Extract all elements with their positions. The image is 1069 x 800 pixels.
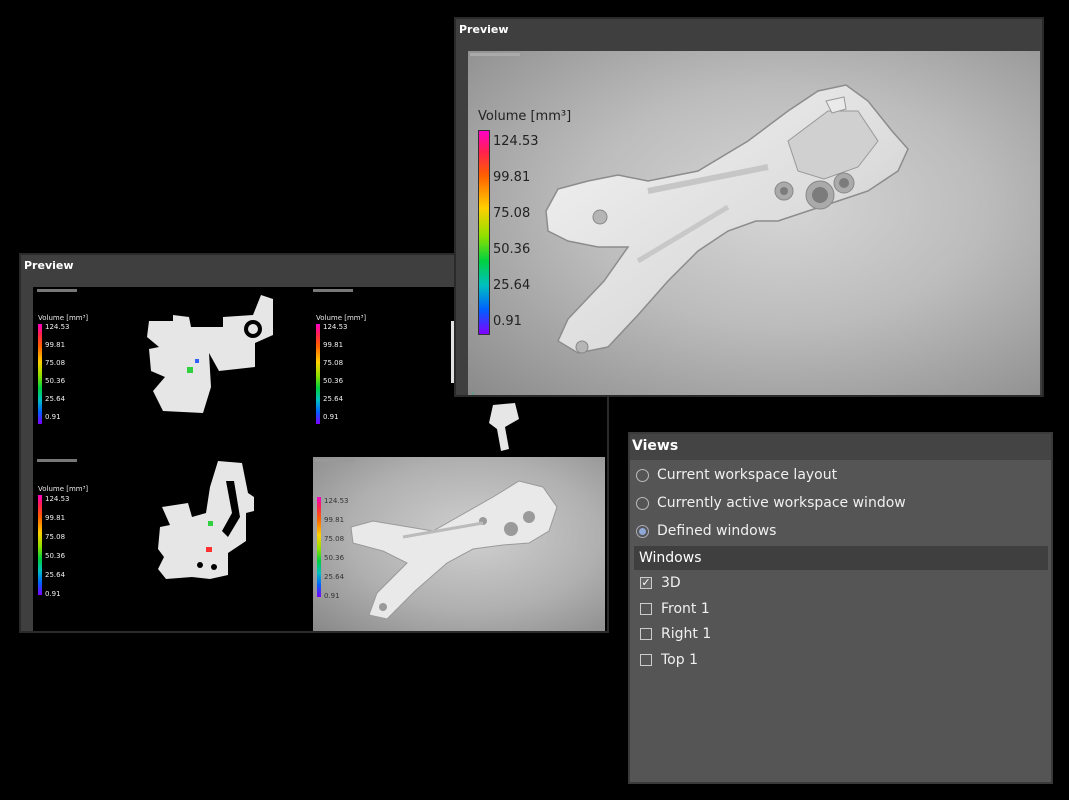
small-preview-title: Preview <box>24 259 74 272</box>
radio-label: Currently active workspace window <box>657 495 906 511</box>
part-3d-large <box>545 84 909 354</box>
viewport-caption-bar <box>470 53 520 56</box>
viewport-caption-bar <box>37 289 77 292</box>
viewport-front[interactable]: Volume [mm³] 124.53 99.81 75.08 50.36 25… <box>33 287 305 455</box>
viewport-3d[interactable]: 124.53 99.81 75.08 50.36 25.64 0.91 <box>313 457 605 631</box>
legend-tick: 75.08 <box>493 206 531 221</box>
legend-tick: 0.91 <box>493 314 522 329</box>
views-title: Views <box>632 438 679 454</box>
legend-title: Volume [mm³] <box>316 314 367 322</box>
viewport-caption-bar <box>37 459 77 462</box>
radio-selected-icon[interactable] <box>636 524 649 538</box>
legend-tick: 124.53 <box>323 323 348 331</box>
legend-tick: 50.36 <box>493 242 531 257</box>
legend-tick: 50.36 <box>45 552 66 560</box>
legend-tick: 75.08 <box>323 359 344 367</box>
radio-icon[interactable] <box>636 468 649 482</box>
legend-colorbar <box>38 324 42 424</box>
legend-tick: 25.64 <box>323 395 344 403</box>
legend-tick: 99.81 <box>323 341 344 349</box>
windows-list-header: Windows <box>634 546 1048 570</box>
legend-colorbar <box>478 130 490 335</box>
legend-tick: 124.53 <box>45 323 70 331</box>
legend-tick: 0.91 <box>45 590 61 598</box>
legend-tick: 99.81 <box>45 514 66 522</box>
axis-triad-icon <box>472 383 478 395</box>
legend-tick: 25.64 <box>45 395 66 403</box>
legend-tick: 50.36 <box>45 377 66 385</box>
legend-tick: 0.91 <box>323 413 339 421</box>
legend-tick: 75.08 <box>45 533 66 541</box>
legend-tick: 25.64 <box>324 573 345 581</box>
checkbox-row-top-1[interactable]: Top 1 <box>640 650 698 670</box>
legend-tick: 25.64 <box>45 571 66 579</box>
legend-tick: 50.36 <box>324 554 345 562</box>
radio-currently-active-window[interactable]: Currently active workspace window <box>636 493 906 513</box>
legend-tick: 99.81 <box>45 341 66 349</box>
checkbox-row-right-1[interactable]: Right 1 <box>640 624 711 644</box>
viewport-3d-large[interactable]: Volume [mm³] 124.53 99.81 75.08 50.36 25… <box>468 51 1040 395</box>
views-header: Views <box>630 434 1051 460</box>
legend-tick: 75.08 <box>45 359 66 367</box>
checkbox-icon[interactable] <box>640 603 652 615</box>
legend-tick: 0.91 <box>45 413 61 421</box>
big-preview-title: Preview <box>459 23 509 36</box>
radio-label: Defined windows <box>657 523 777 539</box>
part-front-silhouette <box>147 295 273 413</box>
radio-icon[interactable] <box>636 496 649 510</box>
viewport-caption-bar <box>313 289 353 292</box>
part-top-silhouette <box>158 461 254 579</box>
checkbox-label: Right 1 <box>661 626 712 642</box>
legend-colorbar <box>316 324 320 424</box>
legend-tick: 124.53 <box>45 495 70 503</box>
legend-tick: 75.08 <box>324 535 345 543</box>
legend-title: Volume [mm³] <box>38 485 89 493</box>
checkbox-label: Top 1 <box>661 652 698 668</box>
radio-label: Current workspace layout <box>657 467 838 483</box>
viewport-caption-bar <box>315 459 355 462</box>
legend-tick: 99.81 <box>493 170 531 185</box>
big-preview-window: Preview Volume [mm³] 124.53 99.81 75.08 … <box>454 17 1044 397</box>
checkbox-row-3d[interactable]: ✓ 3D <box>640 573 681 593</box>
part-3d-small <box>350 480 558 620</box>
checkbox-label: Front 1 <box>661 601 710 617</box>
checkbox-row-front-1[interactable]: Front 1 <box>640 599 710 619</box>
legend-title: Volume [mm³] <box>38 314 89 322</box>
legend-tick: 99.81 <box>324 516 345 524</box>
legend-tick: 25.64 <box>493 278 531 293</box>
legend-tick: 0.91 <box>324 592 340 600</box>
views-panel: Views Current workspace layout Currently… <box>628 432 1053 784</box>
radio-current-workspace-layout[interactable]: Current workspace layout <box>636 465 837 485</box>
legend-colorbar <box>38 495 42 595</box>
viewport-top[interactable]: Volume [mm³] 124.53 99.81 75.08 50.36 25… <box>33 457 305 631</box>
checkbox-icon[interactable] <box>640 628 652 640</box>
radio-defined-windows[interactable]: Defined windows <box>636 521 776 541</box>
legend-colorbar <box>317 497 321 597</box>
checkbox-label: 3D <box>661 575 681 591</box>
legend-tick: 50.36 <box>323 377 344 385</box>
checkbox-checked-icon[interactable]: ✓ <box>640 577 652 589</box>
checkbox-icon[interactable] <box>640 654 652 666</box>
